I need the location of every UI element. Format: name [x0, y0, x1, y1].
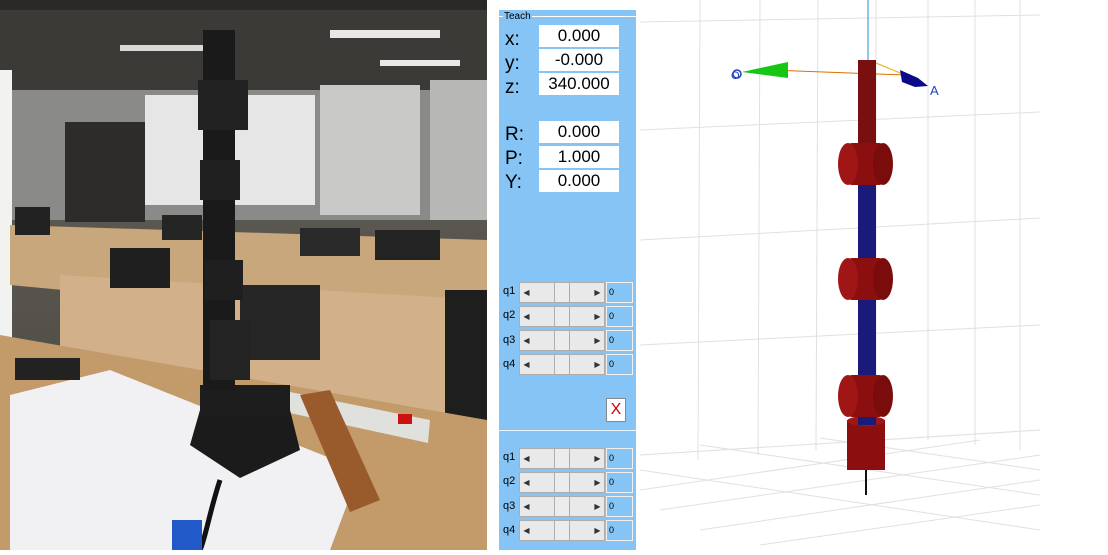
roll-value: 0.000	[539, 121, 619, 143]
joint-q3-slider-2[interactable]: ◀ ▶	[519, 496, 605, 517]
x-value: 0.000	[539, 25, 619, 47]
joint-q1-slider[interactable]: ◀ ▶	[519, 282, 605, 303]
slider-thumb[interactable]	[554, 473, 570, 492]
slider-right-arrow-icon[interactable]: ▶	[591, 355, 604, 374]
robot-joint-1	[838, 375, 893, 417]
x-label: x:	[505, 29, 520, 50]
z-label: z:	[505, 77, 520, 98]
slider-right-arrow-icon[interactable]: ▶	[591, 331, 604, 350]
slider-left-arrow-icon[interactable]: ◀	[520, 307, 533, 326]
slider-thumb[interactable]	[554, 497, 570, 516]
joint-q4-slider-2[interactable]: ◀ ▶	[519, 520, 605, 541]
roll-label: R:	[505, 124, 524, 145]
joint-q4-value-2[interactable]: 0	[606, 520, 633, 541]
slider-thumb[interactable]	[554, 521, 570, 540]
slider-thumb[interactable]	[554, 283, 570, 302]
approach-arrow-icon	[900, 70, 928, 87]
slider-right-arrow-icon[interactable]: ▶	[591, 521, 604, 540]
panel-divider	[499, 430, 636, 431]
label-a: A	[930, 83, 939, 98]
slider-right-arrow-icon[interactable]: ▶	[591, 307, 604, 326]
joint-q1-label-2: q1	[503, 451, 516, 463]
slider-left-arrow-icon[interactable]: ◀	[520, 355, 533, 374]
slider-left-arrow-icon[interactable]: ◀	[520, 283, 533, 302]
slider-left-arrow-icon[interactable]: ◀	[520, 521, 533, 540]
joint-q4-value[interactable]: 0	[606, 354, 633, 375]
slider-thumb[interactable]	[554, 331, 570, 350]
close-button[interactable]: X	[606, 398, 626, 422]
joint-q4-slider[interactable]: ◀ ▶	[519, 354, 605, 375]
teach-panel-title: Teach	[503, 11, 532, 22]
slider-right-arrow-icon[interactable]: ▶	[591, 473, 604, 492]
z-value: 340.000	[539, 73, 619, 95]
robot-base	[847, 420, 885, 470]
slider-left-arrow-icon[interactable]: ◀	[520, 331, 533, 350]
joint-q3-slider[interactable]: ◀ ▶	[519, 330, 605, 351]
yaw-label: Y:	[505, 172, 522, 193]
joint-q3-label: q3	[503, 334, 516, 346]
joint-q4-label: q4	[503, 358, 516, 370]
pitch-value: 1.000	[539, 146, 619, 168]
joint-q2-label-2: q2	[503, 475, 516, 487]
slider-left-arrow-icon[interactable]: ◀	[520, 449, 533, 468]
robot-3d-view[interactable]: O A	[637, 0, 1108, 550]
robot-3d-plot: O A	[639, 0, 1041, 546]
slider-left-arrow-icon[interactable]: ◀	[520, 473, 533, 492]
joint-q4-label-2: q4	[503, 524, 516, 536]
pitch-label: P:	[505, 148, 523, 169]
yaw-value: 0.000	[539, 170, 619, 192]
slider-left-arrow-icon[interactable]: ◀	[520, 497, 533, 516]
joint-q1-value[interactable]: 0	[606, 282, 633, 303]
joint-q1-label: q1	[503, 285, 516, 297]
joint-q1-value-2[interactable]: 0	[606, 448, 633, 469]
joint-q2-slider[interactable]: ◀ ▶	[519, 306, 605, 327]
slider-right-arrow-icon[interactable]: ▶	[591, 497, 604, 516]
joint-q3-value[interactable]: 0	[606, 330, 633, 351]
joint-q2-slider-2[interactable]: ◀ ▶	[519, 472, 605, 493]
slider-right-arrow-icon[interactable]: ▶	[591, 283, 604, 302]
robot-joint-3	[838, 143, 893, 185]
y-value: -0.000	[539, 49, 619, 71]
robot-joint-2	[838, 258, 893, 300]
joint-q2-label: q2	[503, 309, 516, 321]
robot-photo	[0, 0, 487, 550]
joint-q3-value-2[interactable]: 0	[606, 496, 633, 517]
joint-q3-label-2: q3	[503, 500, 516, 512]
robot-photo-image	[0, 0, 487, 550]
joint-q1-slider-2[interactable]: ◀ ▶	[519, 448, 605, 469]
slider-thumb[interactable]	[554, 307, 570, 326]
joint-q2-value[interactable]: 0	[606, 306, 633, 327]
slider-thumb[interactable]	[554, 449, 570, 468]
orientation-arrow-icon	[742, 62, 788, 78]
slider-thumb[interactable]	[554, 355, 570, 374]
y-label: y:	[505, 53, 520, 74]
label-o: O	[731, 70, 740, 82]
slider-right-arrow-icon[interactable]: ▶	[591, 449, 604, 468]
joint-q2-value-2[interactable]: 0	[606, 472, 633, 493]
